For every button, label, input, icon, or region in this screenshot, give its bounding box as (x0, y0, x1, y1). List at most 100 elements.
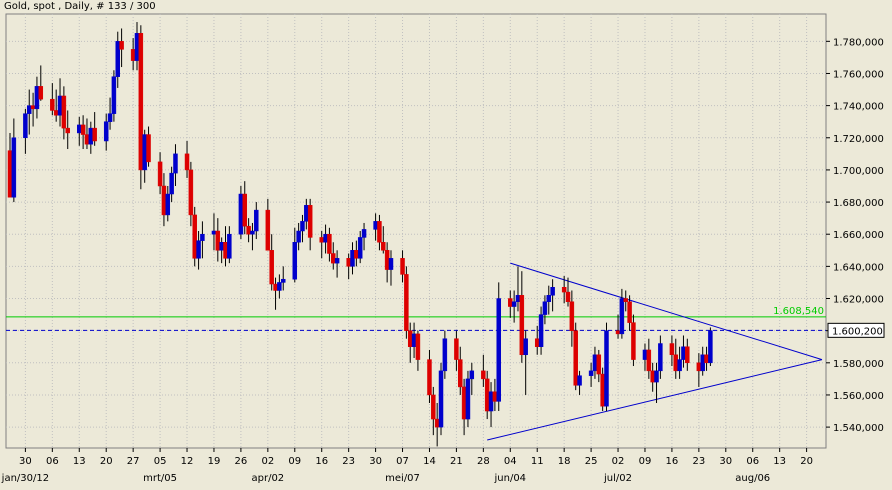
candle-body (50, 98, 55, 111)
x-tick-label: 23 (692, 456, 705, 467)
candle-body (354, 250, 359, 259)
candle-body (53, 110, 59, 116)
x-tick-label: 21 (450, 456, 463, 467)
candle-body (546, 295, 552, 302)
candle-body (107, 113, 113, 122)
candle-body (146, 134, 151, 163)
candle-body (7, 150, 13, 198)
candle-body (307, 205, 313, 238)
candle-body (65, 127, 70, 134)
candle-body (250, 230, 255, 235)
candle-body (469, 370, 475, 380)
x-tick-label: 16 (315, 456, 328, 467)
candle-body (111, 76, 117, 114)
candle-body (138, 33, 144, 171)
candle-body (415, 333, 421, 360)
x-tick-label: 09 (288, 456, 301, 467)
candle-body (223, 242, 228, 259)
x-tick-label: 27 (127, 456, 140, 467)
x-tick-label: 02 (612, 456, 625, 467)
candle-body (188, 169, 194, 216)
x-tick-label: 13 (73, 456, 86, 467)
candle (573, 322, 578, 391)
candle-body (292, 242, 298, 280)
candle-body (103, 121, 109, 142)
candle-body (115, 41, 121, 77)
candle-body (331, 253, 336, 264)
y-tick-label: 1.780,000 (833, 37, 884, 48)
x-tick-label: 19 (208, 456, 221, 467)
candle-body (246, 225, 251, 235)
candle-body (404, 274, 409, 331)
candle-body (161, 185, 167, 216)
candle-body (388, 258, 394, 270)
x-tick-label: 06 (46, 456, 59, 467)
candle-body (277, 282, 282, 291)
candle-body (273, 283, 278, 291)
candle (404, 266, 409, 339)
candle-body (238, 193, 244, 235)
candle-body (23, 113, 28, 139)
candle-body (30, 105, 36, 110)
candle-body (269, 250, 274, 285)
candle-body (200, 233, 205, 241)
candle-body (300, 221, 305, 232)
candle-body (373, 221, 378, 230)
x-tick-label: 16 (666, 456, 679, 467)
candle (238, 185, 244, 240)
candle-body (677, 359, 682, 372)
candle (600, 367, 605, 412)
candle-body (411, 333, 417, 347)
price-tag-label: 1.600,200 (832, 326, 883, 337)
x-tick-label: 12 (181, 456, 194, 467)
candle-body (434, 418, 440, 428)
candle-body (169, 172, 174, 195)
x-tick-label: 18 (558, 456, 571, 467)
candle-body (157, 161, 163, 187)
candle (604, 322, 609, 412)
candle-body (227, 233, 232, 259)
candle-body (600, 373, 605, 407)
candle-body (431, 394, 436, 420)
candle-body (565, 291, 571, 302)
x-tick-label: 25 (585, 456, 598, 467)
candle-body (357, 237, 363, 259)
x-month-label: aug/06 (735, 473, 770, 484)
candle-body (84, 134, 90, 145)
candle-body (57, 95, 63, 116)
candle-body (454, 338, 459, 360)
candle-body (631, 322, 636, 360)
candle-body (654, 370, 659, 383)
y-tick-label: 1.620,000 (833, 295, 884, 306)
candle-body (346, 258, 351, 267)
candle-body (538, 314, 544, 347)
candle-body (673, 354, 679, 372)
candle-body (481, 370, 486, 380)
candle-body (280, 278, 286, 283)
candle-body (438, 370, 444, 428)
candle-body (685, 346, 690, 364)
candle-body (596, 354, 602, 375)
candle-body (92, 127, 97, 142)
candlestick-chart[interactable]: 1.608,540 1.540,000 1.560,000 1.580,000 1.6… (0, 0, 892, 490)
candle-body (461, 386, 467, 420)
x-tick-label: 07 (396, 456, 409, 467)
candle-body (700, 354, 705, 372)
x-tick-label: 06 (746, 456, 759, 467)
x-tick-label: 02 (261, 456, 274, 467)
candle-body (38, 86, 44, 100)
candle-body (465, 378, 471, 420)
x-tick-label: 05 (154, 456, 167, 467)
candle (438, 362, 444, 436)
candle-body (542, 301, 548, 315)
candle-body (534, 338, 540, 347)
x-axis: 30 06 13 20 27 05 12 19 26 02 09 16 23 30 07 14 21 28 04 11… (1, 448, 813, 484)
y-tick-label: 1.640,000 (833, 262, 884, 273)
candle-body (615, 330, 621, 335)
candle-body (215, 230, 221, 251)
chart-root: 1.608,540 1.540,000 1.560,000 1.580,000 1.6… (0, 0, 892, 490)
candle-body (442, 338, 448, 372)
x-month-label: mrt/05 (143, 473, 177, 484)
x-month-label: jul/02 (603, 473, 632, 484)
candle-body (669, 343, 675, 356)
